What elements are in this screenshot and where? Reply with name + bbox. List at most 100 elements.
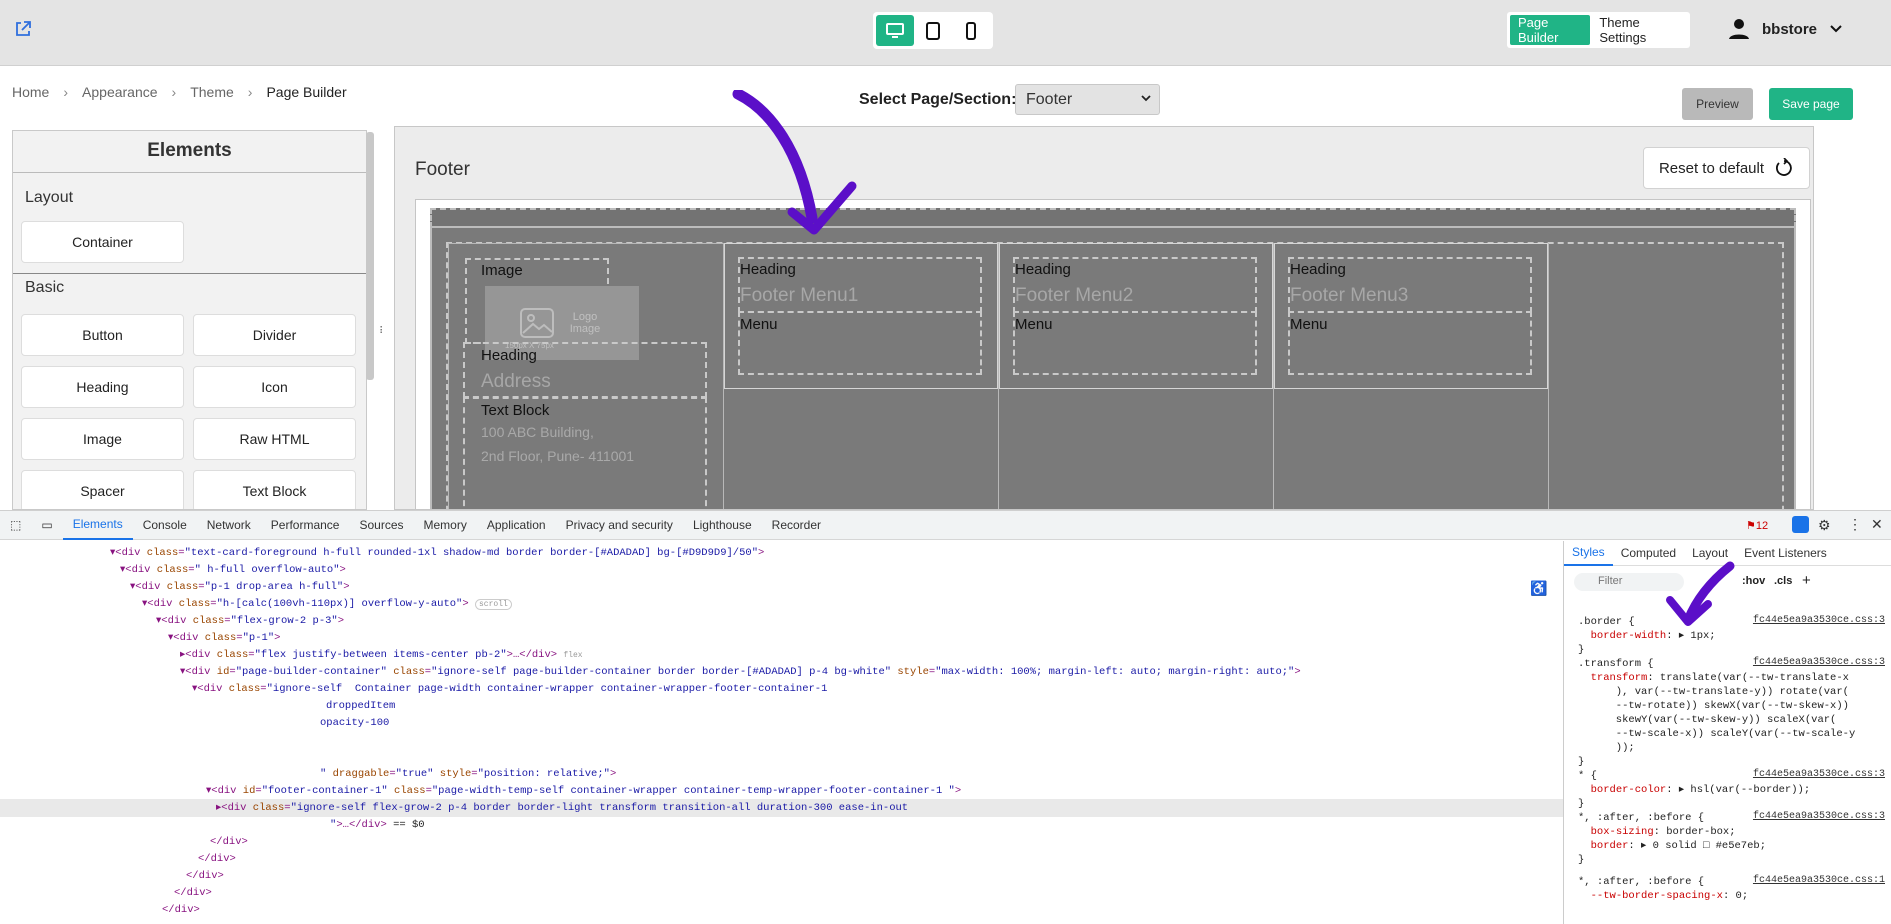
username: bbstore (1762, 20, 1818, 38)
chevron-down-icon (1141, 95, 1151, 102)
breadcrumb: Home › Appearance › Theme › Page Builder (12, 84, 347, 100)
menu-label: Menu (1290, 316, 1328, 333)
container-element[interactable]: Container (21, 221, 184, 263)
image-element[interactable]: Image (21, 418, 184, 460)
icon-element[interactable]: Icon (193, 366, 356, 408)
inspect-icon[interactable]: ⬚ (0, 511, 31, 540)
raw-html-element[interactable]: Raw HTML (193, 418, 356, 460)
user-menu[interactable]: bbstore (1728, 14, 1843, 44)
elements-title: Elements (13, 131, 366, 173)
footer-column-1[interactable]: Image Logo Image 150px X 75px Heading Ad… (448, 243, 724, 509)
menu-label: Menu (740, 316, 778, 333)
external-link-icon[interactable] (14, 20, 32, 38)
menu-heading-label: Heading (1290, 261, 1346, 278)
device-switcher (873, 12, 993, 49)
canvas-title: Footer (415, 159, 470, 180)
logo-text: Logo Image (569, 311, 601, 335)
device-toggle-icon[interactable]: ▭ (31, 511, 62, 540)
stylesheet-link[interactable]: fc44e5ea9a3530ce.css:3 (1753, 769, 1885, 780)
footer-column-2[interactable]: Heading Footer Menu1 Menu (723, 243, 999, 509)
select-section-label: Select Page/Section: (859, 91, 1017, 108)
tab-sources[interactable]: Sources (349, 511, 413, 540)
devtools-panel: ⬚ ▭ Elements Console Network Performance… (0, 510, 1891, 924)
breadcrumb-current: Page Builder (266, 84, 347, 100)
tab-recorder[interactable]: Recorder (762, 511, 831, 540)
tab-computed[interactable]: Computed (1613, 546, 1684, 560)
address-line-2: 2nd Floor, Pune- 411001 (481, 448, 635, 464)
more-icon[interactable]: ⋮ (1848, 516, 1862, 533)
address-line-1: 100 ABC Building, (481, 424, 594, 440)
add-rule-icon[interactable]: + (1802, 572, 1811, 589)
menu-label: Menu (1015, 316, 1053, 333)
tab-performance[interactable]: Performance (261, 511, 350, 540)
tab-network[interactable]: Network (197, 511, 261, 540)
elements-panel: Elements Layout Container Basic Button D… (12, 130, 367, 510)
devtools-tabbar: ⬚ ▭ Elements Console Network Performance… (0, 511, 1891, 540)
user-icon (1729, 19, 1749, 39)
cls-toggle[interactable]: .cls (1774, 575, 1792, 587)
gear-icon[interactable]: ⚙ (1818, 517, 1831, 534)
stylesheet-link[interactable]: fc44e5ea9a3530ce.css:3 (1753, 811, 1885, 822)
tab-styles[interactable]: Styles (1564, 541, 1613, 566)
image-icon (520, 308, 554, 338)
image-label: Image (481, 262, 523, 279)
stylesheet-link[interactable]: fc44e5ea9a3530ce.css:3 (1753, 615, 1885, 626)
tablet-icon[interactable] (914, 15, 952, 46)
reset-label: Reset to default (1658, 159, 1765, 177)
chevron-down-icon (1830, 25, 1842, 33)
hov-toggle[interactable]: :hov (1742, 575, 1765, 587)
breadcrumb-home[interactable]: Home (12, 84, 49, 100)
theme-settings-tab[interactable]: Theme Settings (1590, 15, 1687, 45)
heading-label: Heading (481, 347, 537, 364)
tab-memory[interactable]: Memory (414, 511, 477, 540)
button-element[interactable]: Button (21, 314, 184, 356)
dom-tree[interactable]: ▾<div class="text-card-foreground h-full… (0, 541, 1563, 924)
tab-lighthouse[interactable]: Lighthouse (683, 511, 762, 540)
footer-top-bar[interactable] (430, 208, 1796, 228)
tab-elements[interactable]: Elements (62, 511, 133, 540)
preview-button[interactable]: Preview (1682, 88, 1753, 120)
divider (13, 273, 366, 274)
footer-column-4[interactable]: Heading Footer Menu3 Menu (1273, 243, 1549, 509)
tab-event-listeners[interactable]: Event Listeners (1736, 546, 1835, 560)
annotation-arrow-icon (732, 90, 857, 235)
text-block-element[interactable]: Text Block (193, 470, 356, 509)
spacer-element[interactable]: Spacer (21, 470, 184, 509)
footer-container[interactable]: Image Logo Image 150px X 75px Heading Ad… (430, 226, 1796, 509)
breadcrumb-appearance[interactable]: Appearance (82, 84, 158, 100)
section-select[interactable]: Footer (1015, 84, 1160, 115)
text-block-label: Text Block (481, 402, 550, 419)
menu-heading-label: Heading (1015, 261, 1071, 278)
tab-layout[interactable]: Layout (1684, 546, 1736, 560)
save-page-button[interactable]: Save page (1769, 88, 1853, 120)
mobile-icon[interactable] (952, 15, 990, 46)
footer-menu-title: Footer Menu2 (1015, 285, 1134, 306)
elements-scrollbar[interactable] (366, 132, 374, 380)
heading-element[interactable]: Heading (21, 366, 184, 408)
accessibility-icon[interactable]: ♿ (1530, 581, 1547, 598)
builder-canvas: Footer Reset to default Image Logo Image… (394, 126, 1814, 510)
tab-application[interactable]: Application (477, 511, 556, 540)
mode-switcher: Page Builder Theme Settings (1507, 12, 1690, 48)
tab-console[interactable]: Console (133, 511, 197, 540)
tab-privacy[interactable]: Privacy and security (556, 511, 683, 540)
footer-menu-title: Footer Menu3 (1290, 285, 1409, 306)
issues-badge[interactable]: ⚑12 (1746, 519, 1768, 532)
desktop-icon[interactable] (876, 15, 914, 46)
stylesheet-link[interactable]: fc44e5ea9a3530ce.css:3 (1753, 657, 1885, 668)
ai-assistant-icon[interactable] (1792, 516, 1809, 533)
page-builder-tab[interactable]: Page Builder (1510, 15, 1591, 45)
close-icon[interactable]: ✕ (1871, 516, 1883, 533)
footer-column-3[interactable]: Heading Footer Menu2 Menu (998, 243, 1274, 509)
layout-label: Layout (25, 189, 74, 206)
annotation-arrow-icon (1666, 561, 1735, 626)
resize-handle-icon[interactable]: ⠇ (379, 326, 386, 337)
page-builder-container: Image Logo Image 150px X 75px Heading Ad… (415, 199, 1811, 509)
menu-heading-label: Heading (740, 261, 796, 278)
breadcrumb-theme[interactable]: Theme (190, 84, 234, 100)
reset-icon (1776, 158, 1792, 176)
stylesheet-link[interactable]: fc44e5ea9a3530ce.css:1 (1753, 875, 1885, 886)
reset-to-default-button[interactable]: Reset to default (1643, 147, 1810, 189)
divider-element[interactable]: Divider (193, 314, 356, 356)
section-select-value: Footer (1026, 91, 1073, 108)
